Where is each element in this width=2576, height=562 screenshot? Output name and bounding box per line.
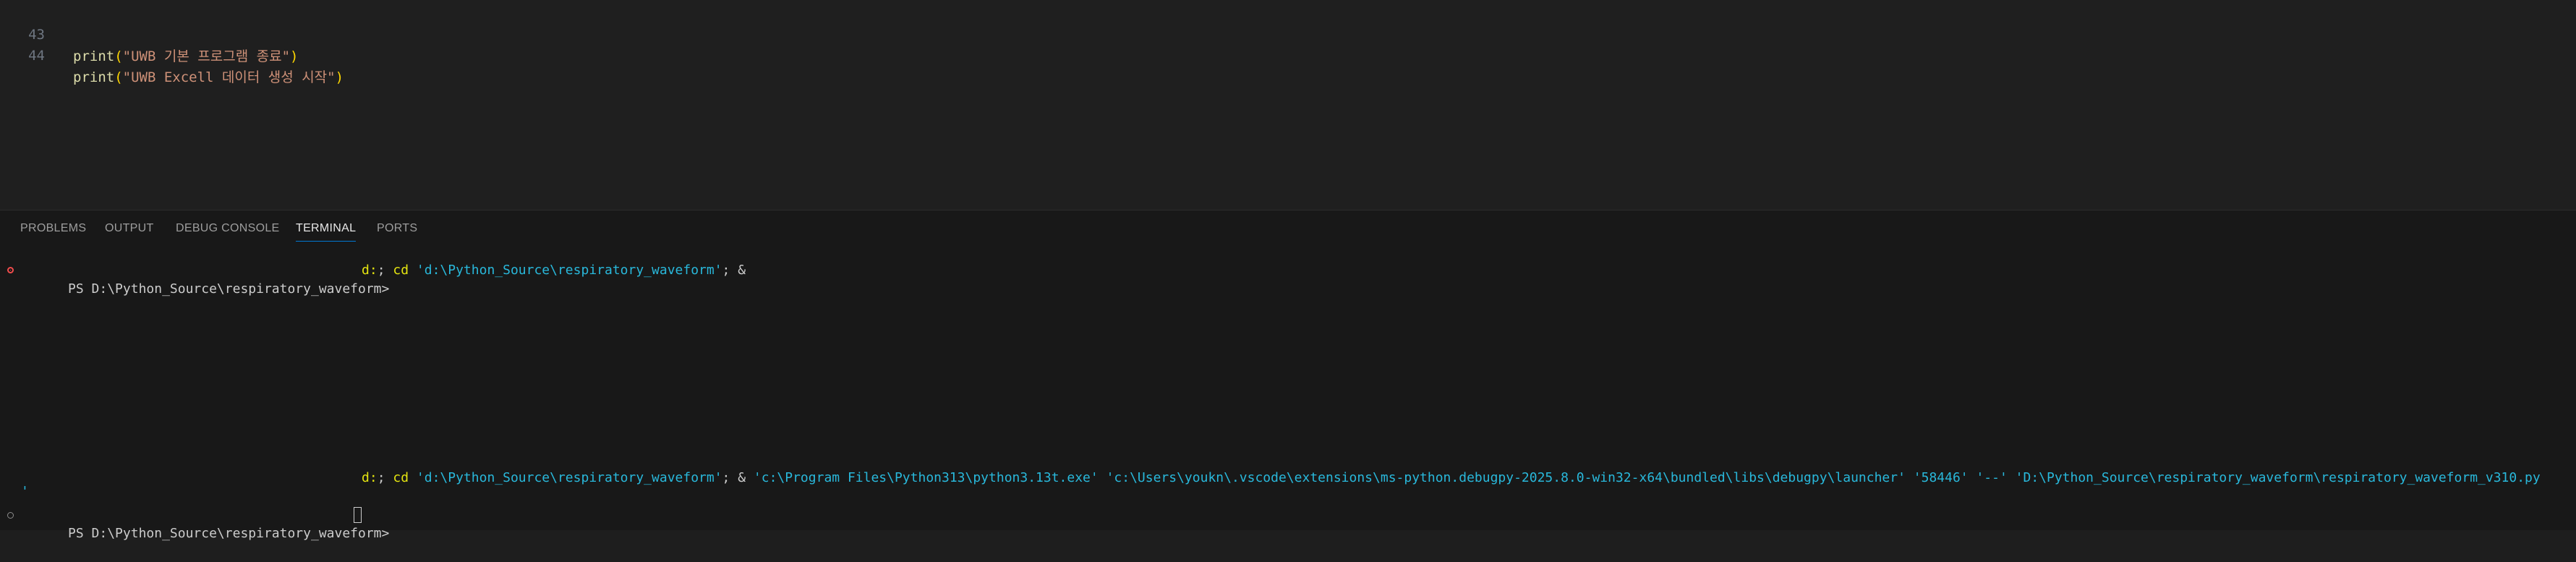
cmd-tail: ; & xyxy=(722,263,746,278)
code-paren-close: ) xyxy=(335,69,344,85)
tab-debug-console[interactable]: DEBUG CONSOLE xyxy=(176,219,280,238)
cmd-drive: d: xyxy=(362,470,378,485)
line-number: 44 xyxy=(28,48,45,64)
cmd-drive: d: xyxy=(362,263,378,278)
code-function: print xyxy=(73,48,115,64)
terminal-prompt: PS D:\Python_Source\respiratory_waveform… xyxy=(68,526,390,541)
code-text[interactable]: print("UWB 기본 프로그램 종료") xyxy=(73,46,298,67)
code-paren-open: ( xyxy=(114,48,123,64)
cmd-separator: ; xyxy=(377,470,393,485)
terminal-line: PS D:\Python_Source\respiratory_waveform… xyxy=(21,261,389,297)
cmd-cd: cd xyxy=(393,263,409,278)
tab-output[interactable]: OUTPUT xyxy=(105,219,154,238)
cmd-separator: ; xyxy=(377,263,393,278)
cmd-path: 'd:\Python_Source\respiratory_waveform' xyxy=(416,470,722,485)
terminal-cursor xyxy=(354,507,362,523)
code-text[interactable]: print("UWB Excell 데이터 생성 시작") xyxy=(73,67,344,88)
cmd-path: 'd:\Python_Source\respiratory_waveform' xyxy=(416,263,722,278)
code-line[interactable]: 43 print("UWB 기본 프로그램 종료") xyxy=(0,2,2576,64)
terminal-continuation: ' xyxy=(21,484,29,499)
tab-problems[interactable]: PROBLEMS xyxy=(20,219,86,238)
cmd-separator: ; & xyxy=(722,470,754,485)
panel-tabs: PROBLEMS OUTPUT DEBUG CONSOLE TERMINAL P… xyxy=(0,210,2576,247)
terminal-prompt: PS D:\Python_Source\respiratory_waveform… xyxy=(68,281,390,297)
code-function: print xyxy=(73,69,115,85)
cmd-cd: cd xyxy=(393,470,409,485)
command-error-icon[interactable] xyxy=(7,267,14,273)
code-string: "UWB 기본 프로그램 종료" xyxy=(122,48,291,64)
code-line[interactable]: 44 print("UWB Excell 데이터 생성 시작") xyxy=(0,23,2576,85)
terminal-line: PS D:\Python_Source\respiratory_waveform… xyxy=(21,506,389,541)
code-paren-open: ( xyxy=(114,69,123,85)
tab-terminal[interactable]: TERMINAL xyxy=(296,219,357,242)
command-status-icon[interactable] xyxy=(7,512,14,519)
code-string: "UWB Excell 데이터 생성 시작" xyxy=(122,69,336,85)
bottom-panel: PROBLEMS OUTPUT DEBUG CONSOLE TERMINAL P… xyxy=(0,210,2576,541)
terminal-command: d:; cd 'd:\Python_Source\respiratory_wav… xyxy=(362,469,2541,488)
code-paren-close: ) xyxy=(290,48,299,64)
tab-ports[interactable]: PORTS xyxy=(377,219,417,238)
cmd-args: 'c:\Program Files\Python313\python3.13t.… xyxy=(753,470,2541,485)
code-editor[interactable]: 43 print("UWB 기본 프로그램 종료") 44 print("UWB… xyxy=(0,0,2576,210)
terminal-command: d:; cd 'd:\Python_Source\respiratory_wav… xyxy=(362,261,746,280)
